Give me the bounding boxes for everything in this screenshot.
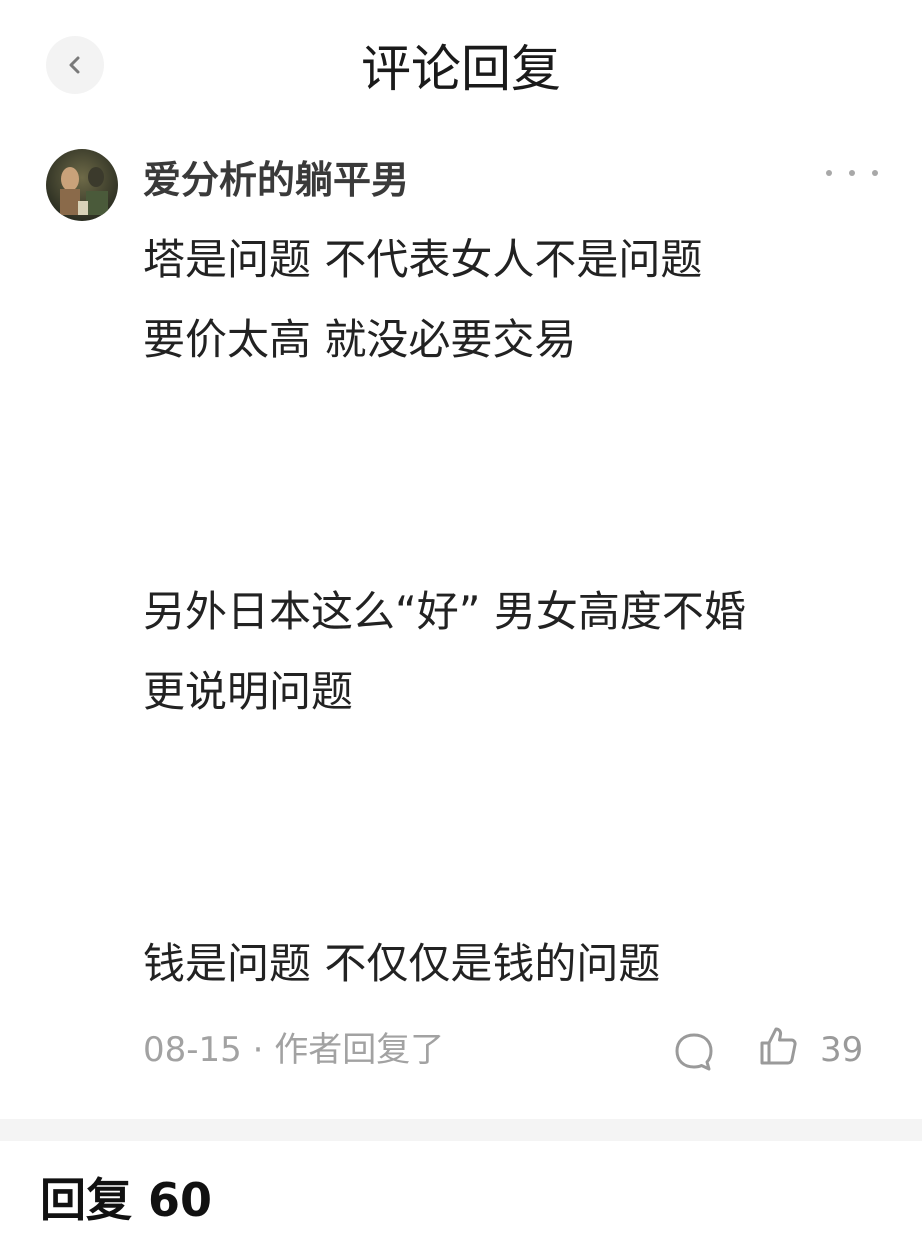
avatar[interactable] — [46, 149, 118, 221]
reply-button[interactable] — [672, 1030, 716, 1074]
comment-text-line: 更说明问题 — [143, 667, 354, 716]
username[interactable]: 爱分析的躺平男 — [143, 153, 409, 207]
more-horizontal-icon — [872, 170, 878, 176]
comment-text-line: 塔是问题 不代表女人不是问题 — [143, 235, 703, 284]
avatar-image — [46, 149, 118, 221]
comment-text-line: 钱是问题 不仅仅是钱的问题 — [143, 939, 661, 988]
more-horizontal-icon — [849, 170, 855, 176]
comment-text-line: 要价太高 就没必要交易 — [143, 315, 577, 364]
comment-meta: 08-15 · 作者回复了 — [143, 1026, 444, 1074]
replies-heading: 回复 60 — [40, 1170, 212, 1230]
replies-count: 60 — [148, 1173, 213, 1227]
section-divider — [0, 1119, 922, 1141]
top-bar: 评论回复 — [0, 0, 922, 130]
comment-text-line: 另外日本这么“好” 男女高度不婚 — [143, 587, 746, 636]
comment-date: 08-15 — [143, 1030, 242, 1070]
thumbs-up-icon — [760, 1027, 797, 1065]
replies-label: 回复 — [40, 1173, 132, 1227]
page-title: 评论回复 — [361, 40, 561, 98]
like-button[interactable] — [757, 1024, 801, 1068]
like-count: 39 — [820, 1030, 864, 1070]
meta-separator: · — [252, 1030, 264, 1070]
more-horizontal-icon — [826, 170, 832, 176]
comment-bubble-icon — [675, 1033, 713, 1071]
more-options-button[interactable] — [826, 158, 878, 188]
author-replied-label: 作者回复了 — [274, 1030, 445, 1070]
